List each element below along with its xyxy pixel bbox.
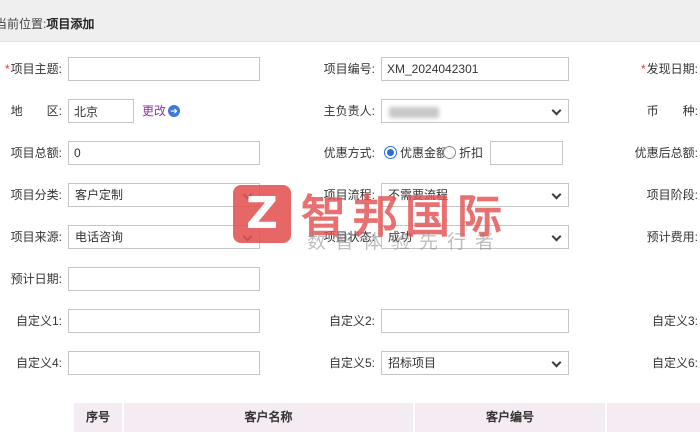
project-category-label: 项目分类: (0, 183, 62, 207)
custom6-label: 自定义6: (598, 351, 698, 375)
custom1-label: 自定义1: (0, 309, 62, 333)
project-no-label: 项目编号: (273, 57, 375, 81)
project-stage-label: 项目阶段: (598, 183, 698, 207)
estimated-cost-label: 预计费用: (598, 225, 698, 249)
form-row-1: *项目主题: 项目编号: *发现日期: (0, 57, 700, 81)
discount-rate-radio[interactable] (443, 146, 456, 159)
main-manager-select[interactable] (381, 99, 569, 123)
form-row-8: 自定义4: 自定义5: 招标项目 自定义6: (0, 351, 700, 375)
form-row-3: 项目总额: 优惠方式: 优惠金额 折扣 优惠后总额: (0, 141, 700, 165)
project-flow-select[interactable]: 不需要流程 (381, 183, 569, 207)
estimated-date-input[interactable] (68, 267, 260, 291)
project-category-value: 客户定制 (75, 188, 123, 202)
form-row-4: 项目分类: 客户定制 项目流程: 不需要流程 项目阶段: (0, 183, 700, 207)
project-status-label: 项目状态: (273, 225, 375, 249)
custom2-label: 自定义2: (273, 309, 375, 333)
breadcrumb-current: 项目添加 (46, 17, 94, 31)
custom4-label: 自定义4: (0, 351, 62, 375)
total-after-discount-label: 优惠后总额: (598, 141, 698, 165)
project-category-select[interactable]: 客户定制 (68, 183, 260, 207)
breadcrumb-prefix: 当前位置: (0, 17, 46, 31)
project-source-label: 项目来源: (0, 225, 62, 249)
discount-amount-input[interactable] (490, 141, 563, 165)
found-date-label: *发现日期: (598, 57, 698, 81)
form-row-7: 自定义1: 自定义2: 自定义3: (0, 309, 700, 333)
table-header-customer-no: 客户编号 (415, 401, 607, 432)
redacted-value (389, 107, 439, 118)
custom5-value: 招标项目 (388, 356, 436, 370)
custom4-input[interactable] (68, 351, 260, 375)
table-header-seq: 序号 (74, 401, 124, 432)
region-label: 地 区: (0, 99, 62, 123)
project-no-input[interactable] (381, 57, 569, 81)
project-flow-value: 不需要流程 (388, 188, 448, 202)
chevron-down-icon (552, 358, 562, 368)
required-asterisk: * (641, 62, 646, 76)
project-total-label: 项目总额: (0, 141, 62, 165)
custom1-input[interactable] (68, 309, 260, 333)
table-header-extra (607, 401, 700, 432)
project-source-value: 电话咨询 (75, 230, 123, 244)
main-manager-label: 主负责人: (273, 99, 375, 123)
breadcrumb: 当前位置:项目添加 (0, 15, 94, 32)
form-row-2: 地 区: 更改 ➜ 主负责人: 币 种: (0, 99, 700, 123)
region-input[interactable] (68, 99, 134, 123)
custom5-select[interactable]: 招标项目 (381, 351, 569, 375)
chevron-down-icon (552, 190, 562, 200)
project-source-select[interactable]: 电话咨询 (68, 225, 260, 249)
project-subject-label: *项目主题: (0, 57, 62, 81)
project-flow-label: 项目流程: (273, 183, 375, 207)
chevron-down-icon (243, 190, 253, 200)
discount-amount-radio-label[interactable]: 优惠金额 (400, 141, 448, 165)
change-region-link[interactable]: 更改 (142, 99, 166, 123)
discount-amount-radio[interactable] (384, 146, 397, 159)
currency-label: 币 种: (598, 99, 698, 123)
discount-mode-label: 优惠方式: (273, 141, 375, 165)
form-row-6: 预计日期: (0, 267, 700, 291)
custom3-label: 自定义3: (598, 309, 698, 333)
estimated-date-label: 预计日期: (0, 267, 62, 291)
project-status-value: 成功 (388, 230, 412, 244)
required-asterisk: * (5, 62, 10, 76)
arrow-right-icon[interactable]: ➜ (168, 105, 180, 117)
project-subject-input[interactable] (68, 57, 260, 81)
custom2-input[interactable] (381, 309, 569, 333)
custom5-label: 自定义5: (273, 351, 375, 375)
customer-table-header: 序号 客户名称 客户编号 (74, 401, 700, 432)
table-header-customer-name: 客户名称 (124, 401, 415, 432)
chevron-down-icon (552, 106, 562, 116)
form-row-5: 项目来源: 电话咨询 项目状态: 成功 预计费用: (0, 225, 700, 249)
chevron-down-icon (243, 232, 253, 242)
discount-rate-radio-label[interactable]: 折扣 (459, 141, 483, 165)
top-bar: 当前位置:项目添加 (0, 0, 700, 42)
project-status-select[interactable]: 成功 (381, 225, 569, 249)
project-total-input[interactable] (68, 141, 260, 165)
chevron-down-icon (552, 232, 562, 242)
